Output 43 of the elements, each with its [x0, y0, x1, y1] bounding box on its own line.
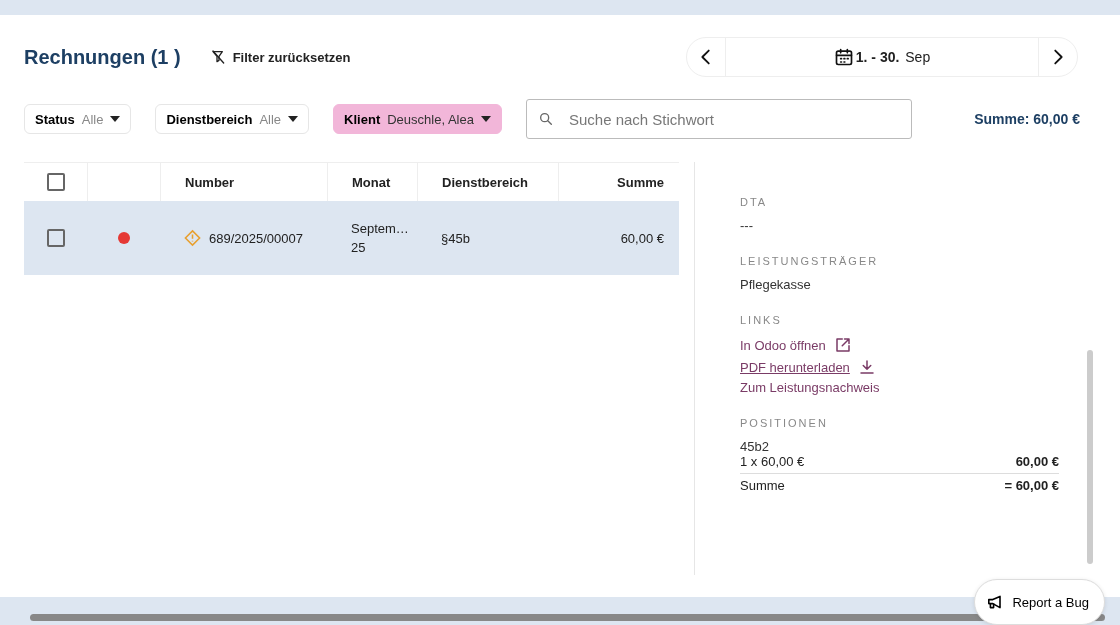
position-quantity: 1 x 60,00 €: [740, 454, 805, 469]
table-cell-text: §45b: [441, 229, 470, 248]
detail-link[interactable]: PDF herunterladen: [740, 358, 876, 376]
sum-value: = 60,00 €: [1004, 478, 1059, 493]
report-bug-button[interactable]: Report a Bug: [974, 579, 1105, 625]
row-checkbox[interactable]: [46, 229, 65, 247]
column-header: Number: [185, 174, 235, 190]
select-all-checkbox[interactable]: [46, 173, 65, 191]
caret-icon: [110, 116, 121, 122]
detail-value: ---: [740, 218, 754, 233]
position-name: 45b2: [740, 439, 770, 454]
position-total: 60,00 €: [1015, 454, 1059, 469]
table-row[interactable]: 689/2025/00007 Septem… 25 §45b 60,00 €: [24, 201, 679, 275]
section-heading: DTA: [740, 196, 769, 208]
reset-filters-button[interactable]: Filter zurücksetzen: [210, 49, 351, 65]
table-cell-text: Septem… 25: [351, 220, 409, 257]
section-heading: LEISTUNGSTRÄGER: [740, 255, 880, 267]
date-range-label[interactable]: 1. - 30. Sep: [725, 38, 1039, 76]
detail-value: Pflegekasse: [740, 277, 812, 292]
column-header: Dienstbereich: [442, 174, 528, 190]
search-field[interactable]: Suche nach Stichwort: [525, 99, 912, 139]
column-header: Summe: [617, 174, 664, 190]
download-icon: [857, 358, 876, 376]
page-title: Rechnungen (1 ): [24, 45, 181, 69]
calendar-icon: [833, 47, 854, 67]
filter-dropdown[interactable]: Dienstbereich Alle: [155, 104, 310, 134]
horizontal-scrollbar[interactable]: [30, 614, 1105, 621]
filter-dropdown[interactable]: Status Alle: [24, 104, 132, 134]
vertical-scrollbar[interactable]: [1087, 350, 1093, 564]
detail-link[interactable]: Zum Leistungsnachweis: [740, 380, 880, 395]
caret-icon: [480, 116, 491, 122]
filter-off-icon: [210, 49, 227, 65]
table-cell-text: 60,00 €: [620, 229, 664, 248]
table-cell-text: 689/2025/00007: [209, 229, 303, 248]
section-heading: LINKS: [740, 314, 783, 326]
detail-link[interactable]: In Odoo öffnen: [740, 336, 852, 354]
filter-dropdown[interactable]: Klient Deuschle, Alea: [333, 104, 502, 134]
sum-label: Summe: [740, 478, 785, 493]
caret-icon: [288, 116, 299, 122]
section-heading: POSITIONEN: [740, 417, 829, 429]
total-sum: Summe: 60,00 €: [974, 111, 1080, 127]
external-link-icon: [833, 336, 852, 354]
column-header: Monat: [352, 174, 391, 190]
